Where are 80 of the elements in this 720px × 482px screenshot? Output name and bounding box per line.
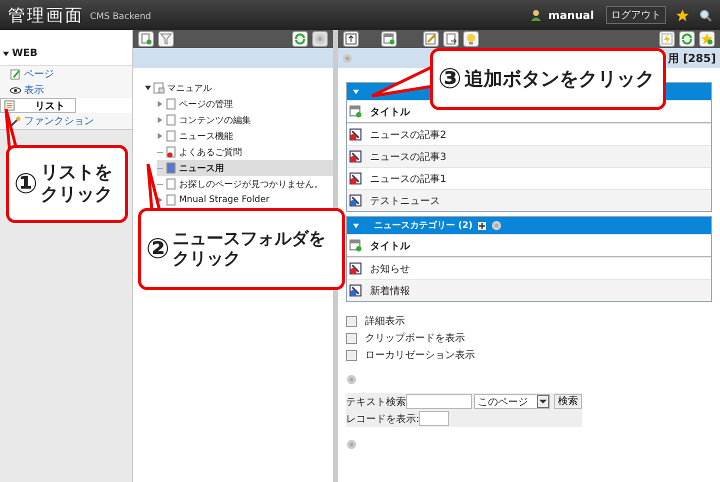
refresh-icon[interactable] xyxy=(292,31,308,47)
user-icon xyxy=(530,9,542,21)
panel-title: 用 [285] xyxy=(668,50,716,66)
lightbulb-icon[interactable] xyxy=(463,31,479,47)
new-page-icon[interactable] xyxy=(138,31,154,47)
collapse-toggle-icon[interactable] xyxy=(353,88,359,94)
checkbox-label: ローカリゼーション表示 xyxy=(365,348,475,362)
checkbox-label: クリップボードを表示 xyxy=(365,332,465,345)
list-icon xyxy=(4,100,15,111)
page-edit-icon xyxy=(10,68,21,80)
callout-text: ニュースフォルダを クリック xyxy=(172,228,326,270)
record-warning-icon[interactable] xyxy=(349,128,362,141)
tree-item[interactable]: マニュアル xyxy=(167,82,212,94)
table-cell-text: お知らせ xyxy=(370,262,410,276)
add-record-icon[interactable] xyxy=(349,105,362,118)
record-icon[interactable] xyxy=(349,194,362,207)
callout-text: リストを クリック xyxy=(40,162,113,206)
tree-item[interactable]: お探しのページが見つかりません。 xyxy=(179,178,323,190)
step-number: ② xyxy=(146,235,170,263)
checkbox[interactable] xyxy=(346,332,357,344)
expand-toggle-icon[interactable] xyxy=(157,101,163,107)
filter-icon[interactable] xyxy=(158,31,174,47)
records-field[interactable] xyxy=(419,411,450,426)
record-warning-icon[interactable] xyxy=(349,262,362,275)
tree-item[interactable]: よくあるご質問 xyxy=(179,146,242,158)
checkbox-label: 詳細表示 xyxy=(365,314,405,328)
eye-icon xyxy=(10,86,21,94)
add-record-icon[interactable] xyxy=(381,31,397,47)
expand-toggle-icon[interactable] xyxy=(157,117,163,123)
table-cell-text: 新着情報 xyxy=(370,284,410,298)
search-button[interactable]: 検索 xyxy=(554,394,582,409)
add-record-icon[interactable] xyxy=(349,239,362,252)
search-icon[interactable] xyxy=(699,8,712,22)
sidebar-item[interactable]: リスト xyxy=(0,98,76,113)
record-icon[interactable] xyxy=(349,284,362,297)
callout-text: 追加ボタンをクリック xyxy=(464,68,655,90)
star-icon[interactable] xyxy=(676,8,689,22)
table-cell-text: テストニュース xyxy=(370,194,440,208)
refresh-icon[interactable] xyxy=(679,31,695,47)
tree-item[interactable]: ニュース機能 xyxy=(179,130,233,142)
checkbox[interactable] xyxy=(346,316,357,326)
table-cell-text: ニュースの記事3 xyxy=(370,150,446,164)
records-label: レコードを表示: xyxy=(346,412,420,426)
star-add-icon[interactable] xyxy=(699,31,715,47)
record-warning-icon[interactable] xyxy=(349,150,362,163)
table-cell-text: ニュースの記事2 xyxy=(370,128,446,142)
column-header[interactable]: タイトル xyxy=(370,104,410,118)
tree-item[interactable]: ページの管理 xyxy=(179,98,233,110)
app-title: 管理画面 xyxy=(8,4,84,26)
edit-icon[interactable] xyxy=(423,31,439,47)
upload-icon[interactable] xyxy=(343,31,359,47)
tree-item[interactable]: コンテンツの編集 xyxy=(179,114,251,126)
sidebar-item[interactable]: ページ xyxy=(0,66,132,82)
help-icon[interactable] xyxy=(312,31,328,47)
search-field[interactable] xyxy=(406,394,472,409)
section-heading: WEB xyxy=(12,48,38,59)
scope-dropdown[interactable]: このページ xyxy=(474,394,550,409)
record-warning-icon[interactable] xyxy=(349,172,362,185)
step-number: ① xyxy=(14,170,38,198)
wand-icon xyxy=(10,116,21,126)
app-subtitle: CMS Backend xyxy=(90,12,152,22)
logout-button[interactable]: ログアウト xyxy=(606,6,666,24)
sidebar-item[interactable]: ファンクション xyxy=(0,113,132,129)
step-number: ③ xyxy=(438,65,462,93)
tree-item[interactable]: Mnual Strage Folder xyxy=(179,195,270,205)
expand-toggle-icon[interactable] xyxy=(145,85,151,91)
user-name: manual xyxy=(548,8,594,22)
checkbox[interactable] xyxy=(346,350,357,360)
column-header[interactable]: タイトル xyxy=(370,238,410,252)
table-cell-text: ニュースの記事1 xyxy=(370,172,446,186)
expand-toggle-icon[interactable] xyxy=(157,133,163,139)
collapse-toggle-icon[interactable] xyxy=(353,222,359,228)
lightning-icon[interactable] xyxy=(659,31,675,47)
table-heading: ニュースカテゴリー (2) xyxy=(374,220,473,232)
folder-page-icon xyxy=(153,82,165,94)
search-label: テキスト検索 xyxy=(346,396,406,408)
copy-icon[interactable] xyxy=(443,31,459,47)
sidebar-item[interactable]: 表示 xyxy=(0,82,132,98)
plus-icon[interactable] xyxy=(478,222,486,230)
collapse-toggle-icon[interactable] xyxy=(3,50,9,56)
